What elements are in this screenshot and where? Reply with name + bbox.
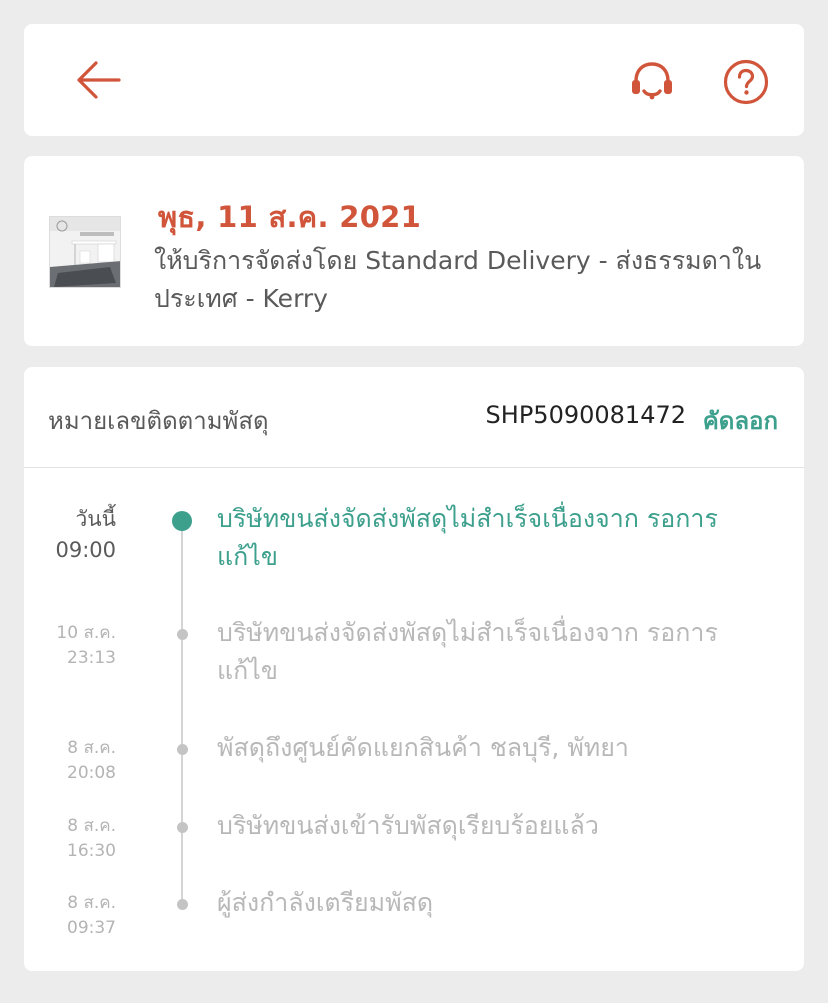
question-circle-icon xyxy=(723,59,769,105)
copy-button[interactable]: คัดลอก xyxy=(703,401,778,440)
event-time: 16:30 xyxy=(67,841,116,861)
timeline-dot-active xyxy=(172,511,192,531)
timeline-dot xyxy=(177,899,188,910)
delivery-info-card: พุธ, 11 ส.ค. 2021 ให้บริการจัดส่งโดย Sta… xyxy=(24,156,804,346)
headset-icon xyxy=(632,62,672,100)
event-time: 09:00 xyxy=(55,538,116,562)
event-date: วันนี้ xyxy=(75,507,116,531)
event-timestamp: 8 ส.ค. 16:30 xyxy=(67,814,116,864)
event-date: 10 ส.ค. xyxy=(56,623,116,643)
event-timestamp: 8 ส.ค. 20:08 xyxy=(67,736,116,786)
timeline-dot xyxy=(177,629,188,640)
event-date: 8 ส.ค. xyxy=(67,738,116,758)
event-timestamp: 8 ส.ค. 09:37 xyxy=(67,891,116,941)
top-bar xyxy=(24,24,804,136)
event-description: บริษัทขนส่งเข้ารับพัสดุเรียบร้อยแล้ว xyxy=(217,811,599,840)
event-description: พัสดุถึงศูนย์คัดแยกสินค้า ชลบุรี, พัทยา xyxy=(217,733,629,762)
timeline-line xyxy=(181,517,183,902)
event-time: 23:13 xyxy=(67,648,116,668)
tracking-number-label: หมายเลขติดตามพัสดุ xyxy=(48,407,269,435)
arrow-left-icon xyxy=(77,61,121,99)
event-time: 09:37 xyxy=(67,918,116,938)
tracking-card: หมายเลขติดตามพัสดุ SHP5090081472 คัดลอก … xyxy=(24,367,804,971)
product-thumbnail xyxy=(49,216,121,288)
event-timestamp: 10 ส.ค. 23:13 xyxy=(56,621,116,671)
event-date: 8 ส.ค. xyxy=(67,893,116,913)
event-time: 20:08 xyxy=(67,763,116,783)
tracking-number: SHP5090081472 xyxy=(485,401,686,429)
timeline-dot xyxy=(177,822,188,833)
shipping-service-description: ให้บริการจัดส่งโดย Standard Delivery - ส… xyxy=(154,246,762,313)
estimated-delivery-date: พุธ, 11 ส.ค. 2021 xyxy=(158,200,422,234)
event-timestamp: วันนี้ 09:00 xyxy=(55,504,116,566)
event-description: บริษัทขนส่งจัดส่งพัสดุไม่สำเร็จเนื่องจาก… xyxy=(217,504,718,571)
help-button[interactable] xyxy=(718,54,774,110)
tracking-number-row: หมายเลขติดตามพัสดุ SHP5090081472 คัดลอก xyxy=(24,367,804,468)
event-description: บริษัทขนส่งจัดส่งพัสดุไม่สำเร็จเนื่องจาก… xyxy=(217,618,718,685)
event-description: ผู้ส่งกำลังเตรียมพัสดุ xyxy=(217,888,434,917)
back-button[interactable] xyxy=(74,56,122,104)
timeline-dot xyxy=(177,744,188,755)
event-date: 8 ส.ค. xyxy=(67,816,116,836)
customer-support-button[interactable] xyxy=(624,54,680,110)
